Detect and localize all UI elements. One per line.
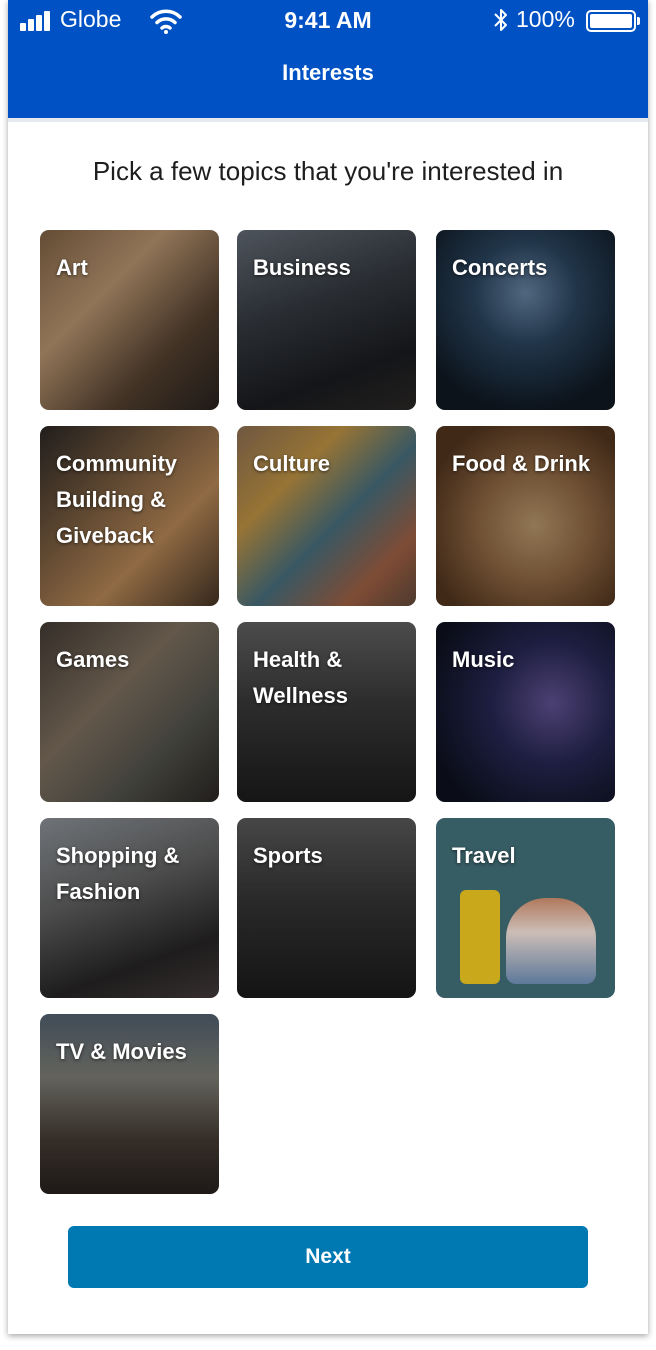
- topic-tile-music[interactable]: Music: [436, 622, 615, 802]
- topic-tile-shopping-fashion[interactable]: Shopping & Fashion: [40, 818, 219, 998]
- topic-tile-business[interactable]: Business: [237, 230, 416, 410]
- topic-label: Community Building & Giveback: [56, 451, 177, 548]
- topic-label: Concerts: [452, 255, 548, 280]
- topic-tile-food-drink[interactable]: Food & Drink: [436, 426, 615, 606]
- battery-icon: [586, 10, 640, 32]
- topic-tile-travel[interactable]: Travel: [436, 818, 615, 998]
- topic-label: Food & Drink: [452, 451, 591, 476]
- app-header: Globe 9:41 AM 100% Interests: [8, 0, 648, 118]
- interests-prompt: Pick a few topics that you're interested…: [92, 156, 564, 186]
- topic-label: Shopping & Fashion: [56, 843, 180, 904]
- topic-label: Games: [56, 647, 130, 672]
- topic-tile-culture[interactable]: Culture: [237, 426, 416, 606]
- topic-tile-concerts[interactable]: Concerts: [436, 230, 615, 410]
- app-screen: Globe 9:41 AM 100% Interests Pick a few …: [8, 0, 648, 1334]
- topic-label: Business: [253, 255, 351, 280]
- topic-label: Travel: [452, 843, 516, 868]
- topic-tile-community-building[interactable]: Community Building & Giveback: [40, 426, 219, 606]
- topic-label: Sports: [253, 843, 323, 868]
- topic-label: Art: [56, 255, 88, 280]
- topic-tile-art[interactable]: Art: [40, 230, 219, 410]
- topic-tile-games[interactable]: Games: [40, 622, 219, 802]
- topic-label: TV & Movies: [56, 1039, 187, 1064]
- bluetooth-icon: [494, 9, 507, 31]
- battery-percent: 100%: [516, 6, 575, 32]
- topic-tile-health-wellness[interactable]: Health & Wellness: [237, 622, 416, 802]
- topic-label: Music: [452, 647, 515, 672]
- next-button[interactable]: Next: [68, 1226, 588, 1288]
- topic-label: Culture: [253, 451, 330, 476]
- header-divider: [8, 118, 648, 122]
- topic-tile-sports[interactable]: Sports: [237, 818, 416, 998]
- status-bar: Globe 9:41 AM 100%: [8, 0, 648, 42]
- topic-tile-tv-movies[interactable]: TV & Movies: [40, 1014, 219, 1194]
- page-title: Interests: [282, 60, 374, 85]
- topic-label: Health & Wellness: [253, 647, 348, 708]
